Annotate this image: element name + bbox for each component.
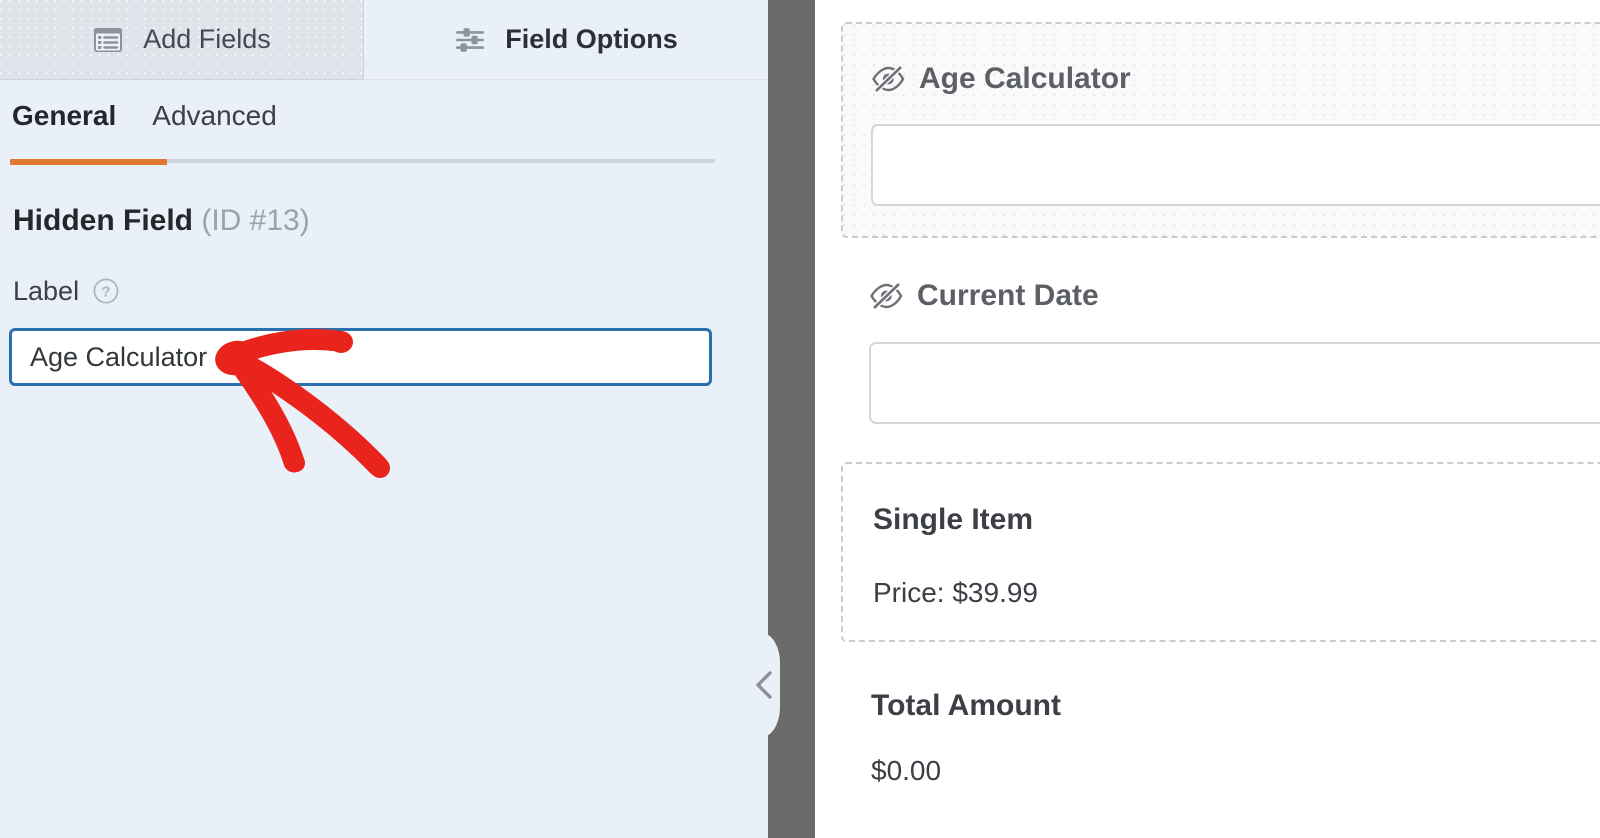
form-list-icon	[92, 25, 124, 55]
label-field-caption: Label	[13, 276, 80, 306]
tab-field-options-label: Field Options	[505, 24, 678, 54]
tab-field-options[interactable]: Field Options	[364, 0, 768, 80]
field-type-heading: Hidden Field (ID #13)	[13, 202, 310, 240]
preview-field-total-amount-title: Total Amount	[871, 689, 1061, 722]
tab-add-fields[interactable]: Add Fields	[0, 0, 364, 80]
tab-add-fields-label: Add Fields	[143, 24, 271, 54]
subtab-advanced[interactable]: Advanced	[152, 95, 277, 133]
eye-slash-icon	[871, 65, 905, 93]
preview-field-single-item-price: Price: $39.99	[873, 577, 1038, 608]
subtab-general-label: General	[12, 100, 117, 131]
preview-field-total-amount[interactable]: Total Amount $0.00	[841, 662, 1600, 822]
chevron-left-icon	[756, 671, 772, 699]
preview-field-current-date[interactable]: Current Date	[841, 262, 1600, 442]
subtab-general[interactable]: General	[12, 95, 116, 133]
preview-field-age-calculator-input[interactable]	[871, 124, 1600, 206]
panel-tab-bar: Add Fields Field Options	[0, 0, 768, 80]
question-circle-icon[interactable]: ?	[92, 277, 120, 305]
field-type-name: Hidden Field	[13, 204, 193, 237]
preview-field-age-calculator-label-row: Age Calculator	[871, 61, 1131, 97]
form-preview-panel: Age Calculator Current Date Single Item …	[815, 0, 1600, 838]
preview-field-single-item-title: Single Item	[873, 503, 1034, 536]
field-id: (ID #13)	[201, 204, 310, 237]
field-options-panel: Add Fields Field Options General Advance…	[0, 0, 768, 838]
subtab-active-indicator	[10, 159, 167, 165]
preview-field-current-date-input[interactable]	[869, 342, 1600, 424]
sliders-icon	[454, 25, 486, 55]
preview-field-total-amount-value: $0.00	[871, 755, 942, 786]
label-field-row: Label ?	[13, 275, 120, 307]
subtab-advanced-label: Advanced	[152, 100, 277, 131]
preview-field-age-calculator[interactable]: Age Calculator	[841, 22, 1600, 238]
form-builder-screen: Add Fields Field Options General Advance…	[0, 0, 1600, 838]
label-input[interactable]	[9, 328, 712, 386]
preview-field-current-date-label-row: Current Date	[869, 278, 1099, 314]
svg-text:?: ?	[101, 284, 110, 301]
preview-field-current-date-label: Current Date	[917, 279, 1099, 312]
preview-field-age-calculator-label: Age Calculator	[919, 62, 1131, 95]
collapse-panel-button[interactable]	[740, 633, 790, 737]
eye-slash-icon	[869, 282, 903, 310]
field-options-subtabs: General Advanced	[0, 95, 768, 165]
preview-field-single-item[interactable]: Single Item Price: $39.99	[841, 462, 1600, 642]
